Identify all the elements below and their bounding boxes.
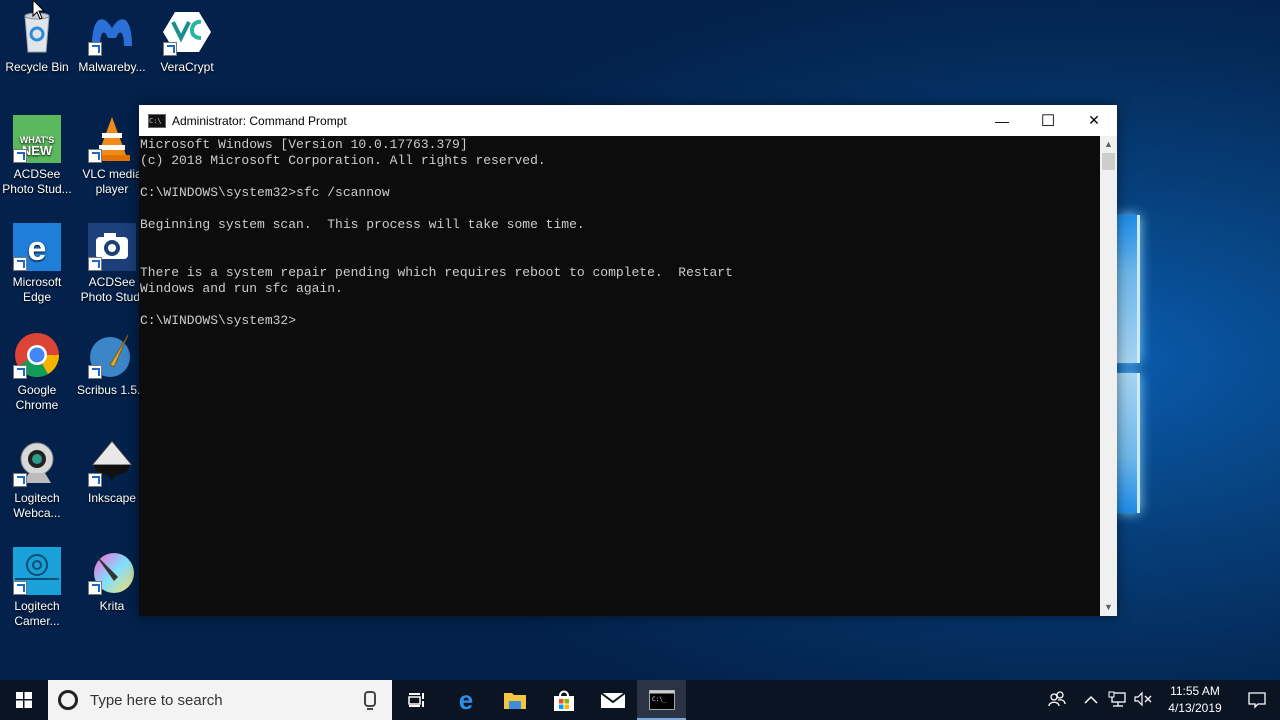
desktop-icon-label: Google Chrome — [15, 383, 59, 412]
search-input[interactable] — [88, 690, 352, 710]
desktop-icon-label: Krita — [99, 599, 125, 613]
taskbar-command-prompt-button[interactable]: C:\_ — [637, 680, 686, 720]
show-hidden-icons-chevron-icon[interactable] — [1078, 692, 1104, 708]
malwarebytes-icon — [88, 8, 136, 56]
maximize-button[interactable]: ☐ — [1025, 105, 1071, 136]
desktop-icon-label: Recycle Bin — [5, 60, 69, 74]
start-button[interactable] — [0, 680, 48, 720]
scrollbar-thumb[interactable] — [1102, 153, 1115, 170]
taskbar-clock[interactable]: 11:55 AM 4/13/2019 — [1156, 683, 1234, 717]
windows-logo-icon — [16, 692, 32, 708]
command-prompt-icon: C:\_ — [648, 690, 675, 710]
desktop-icon-label: ACDSee Photo Stud. — [80, 275, 144, 304]
desktop-icon-label: Malwareby... — [78, 60, 146, 74]
clock-date: 4/13/2019 — [1168, 701, 1222, 715]
inkscape-icon — [88, 439, 136, 487]
scribus-icon — [88, 331, 136, 379]
scroll-down-arrow-icon[interactable]: ▼ — [1100, 599, 1117, 616]
acdsee-whats-new-icon: WHAT'S NEW — [13, 115, 61, 163]
minimize-button[interactable]: — — [979, 105, 1025, 136]
command-prompt-icon: C:\ — [148, 113, 166, 128]
console-line: Beginning system scan. This process will… — [140, 217, 585, 232]
logitech-webcam-icon — [13, 439, 61, 487]
command-prompt-window[interactable]: C:\ Administrator: Command Prompt — ☐ ✕ … — [139, 105, 1117, 616]
console-line: C:\WINDOWS\system32> — [140, 313, 297, 328]
krita-icon — [88, 547, 136, 595]
desktop-icon-veracrypt[interactable]: VeraCrypt — [150, 8, 224, 75]
edge-icon: e — [458, 688, 472, 712]
taskbar-search-box[interactable] — [48, 680, 392, 720]
desktop-icon-label: ACDSee Photo Stud... — [2, 167, 72, 196]
desktop-icon-acdsee-whats-new[interactable]: WHAT'S NEW ACDSee Photo Stud... — [0, 115, 74, 197]
desktop-icon-logitech-camera[interactable]: Logitech Camer... — [0, 547, 74, 629]
veracrypt-icon — [163, 8, 211, 56]
logitech-camera-icon — [13, 547, 61, 595]
clock-time: 11:55 AM — [1170, 684, 1220, 698]
taskbar-edge-button[interactable]: e — [441, 680, 490, 720]
desktop-icon-label: Microsoft Edge — [12, 275, 62, 304]
desktop-icon-chrome[interactable]: Google Chrome — [0, 331, 74, 413]
task-view-button[interactable] — [392, 680, 441, 720]
close-icon: ✕ — [1088, 112, 1100, 128]
wallpaper-windows-logo — [1117, 205, 1143, 515]
edge-icon: e — [13, 223, 61, 271]
mail-icon — [599, 692, 626, 708]
desktop-icon-krita[interactable]: Krita — [75, 547, 149, 614]
desktop-icon-malwarebytes[interactable]: Malwareby... — [75, 8, 149, 75]
folder-icon — [503, 693, 526, 709]
desktop-icon-label: Logitech Webca... — [13, 491, 61, 520]
volume-muted-icon[interactable] — [1130, 691, 1156, 710]
desktop-icon-inkscape[interactable]: Inkscape — [75, 439, 149, 506]
desktop-icon-label: VeraCrypt — [160, 60, 214, 74]
close-button[interactable]: ✕ — [1071, 105, 1117, 136]
taskbar-mail-button[interactable] — [588, 680, 637, 720]
desktop-icon-label: Scribus 1.5.4 — [76, 383, 148, 397]
mouse-pointer-icon — [32, 0, 46, 20]
desktop-icon-label: VLC media player — [82, 167, 142, 196]
minimize-icon: — — [995, 112, 1009, 129]
svg-text:e: e — [28, 230, 47, 268]
desktop-icon-logitech-webcam[interactable]: Logitech Webca... — [0, 439, 74, 521]
console-output[interactable]: Microsoft Windows [Version 10.0.17763.37… — [139, 136, 1100, 616]
system-tray: 11:55 AM 4/13/2019 — [1044, 680, 1280, 720]
notifications-icon — [1248, 692, 1266, 709]
action-center-button[interactable] — [1234, 691, 1280, 709]
desktop-icon-label: Logitech Camer... — [14, 599, 60, 628]
console-line: Microsoft Windows [Version 10.0.17763.37… — [140, 137, 468, 152]
store-bag-icon — [553, 690, 574, 711]
task-view-icon — [407, 693, 424, 707]
maximize-icon: ☐ — [1040, 112, 1056, 130]
desktop-icon-edge[interactable]: e Microsoft Edge — [0, 223, 74, 305]
console-line: (c) 2018 Microsoft Corporation. All righ… — [140, 153, 546, 168]
cortana-icon — [58, 690, 78, 710]
chrome-icon — [13, 331, 61, 379]
desktop-icon-scribus[interactable]: Scribus 1.5.4 — [75, 331, 149, 398]
vlc-icon — [88, 115, 136, 163]
console-line: There is a system repair pending which r… — [140, 265, 733, 280]
desktop-icon-label: Inkscape — [87, 491, 137, 505]
taskbar-file-explorer-button[interactable] — [490, 680, 539, 720]
microphone-icon[interactable] — [364, 691, 376, 710]
desktop-icon-acdsee-photo[interactable]: ACDSee Photo Stud. — [75, 223, 149, 305]
console-line: Windows and run sfc again. — [140, 281, 343, 296]
svg-text:C:\_: C:\_ — [652, 696, 667, 703]
desktop-icon-vlc[interactable]: VLC media player — [75, 115, 149, 197]
svg-text:e: e — [458, 688, 472, 712]
window-titlebar[interactable]: C:\ Administrator: Command Prompt — ☐ ✕ — [139, 105, 1117, 136]
scroll-up-arrow-icon[interactable]: ▲ — [1100, 136, 1117, 153]
acdsee-camera-icon — [88, 223, 136, 271]
vertical-scrollbar[interactable]: ▲ ▼ — [1100, 136, 1117, 616]
network-icon[interactable] — [1104, 691, 1130, 710]
taskbar: e C:\_ 11:55 AM 4/13/2019 — [0, 680, 1280, 720]
window-title: Administrator: Command Prompt — [172, 113, 347, 128]
console-line: C:\WINDOWS\system32>sfc /scannow — [140, 185, 390, 200]
people-icon[interactable] — [1044, 690, 1070, 710]
taskbar-store-button[interactable] — [539, 680, 588, 720]
